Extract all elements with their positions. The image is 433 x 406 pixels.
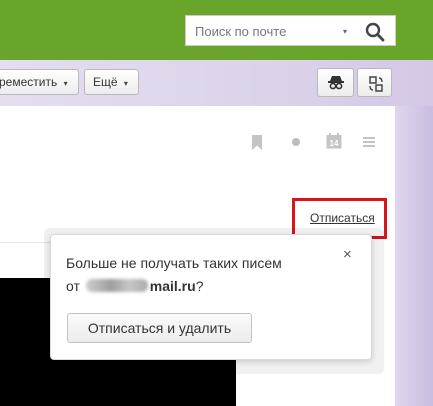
header-bar: Поиск по почте ▾ [0,0,433,60]
translate-icon [369,76,383,92]
caret-down-icon: ▾ [63,79,68,88]
move-button[interactable]: реместить ▾ [0,69,79,95]
search-input[interactable]: Поиск по почте [195,24,286,39]
popup-line1: Больше не получать таких писем [66,255,282,271]
popup-from: от [66,278,80,294]
more-button[interactable]: Ещё ▾ [84,69,139,95]
calendar-icon[interactable]: 14 [326,133,342,149]
blurred-sender [85,279,148,292]
menu-icon[interactable] [363,137,375,147]
move-button-label: реместить [0,75,58,89]
search-box[interactable]: Поиск по почте ▾ [185,15,396,46]
question-mark: ? [195,278,204,294]
right-sidebar [395,106,433,406]
more-button-label: Ещё [93,75,118,89]
spy-button[interactable] [317,68,354,97]
unsubscribe-popup: × Больше не получать таких писем от mail… [50,234,372,360]
search-icon[interactable] [365,22,385,42]
dot-icon[interactable] [292,138,300,146]
caret-down-icon[interactable]: ▾ [343,27,347,36]
bookmark-icon[interactable] [251,135,263,150]
popup-message: Больше не получать таких писем от mail.r… [66,252,336,298]
translate-button[interactable] [357,68,392,97]
close-icon[interactable]: × [343,246,352,263]
sender-domain: mail.ru [149,278,196,294]
spy-icon [328,76,344,90]
calendar-day: 14 [330,139,339,148]
unsubscribe-and-delete-button[interactable]: Отписаться и удалить [67,313,252,343]
caret-down-icon: ▾ [123,79,128,88]
